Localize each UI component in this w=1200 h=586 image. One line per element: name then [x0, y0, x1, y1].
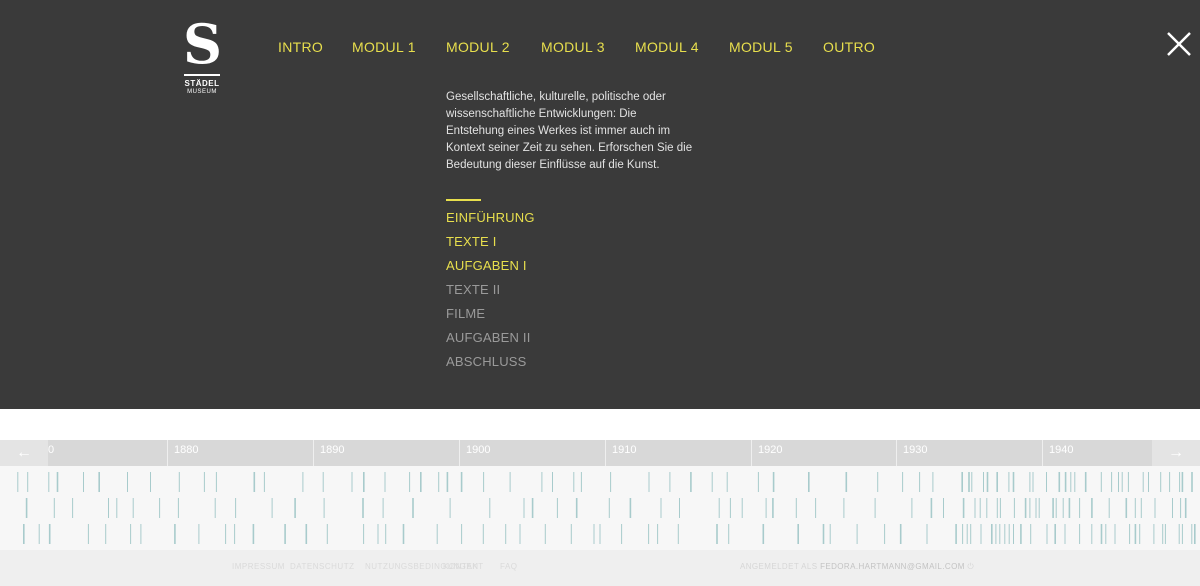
- decade-label[interactable]: 1940: [1042, 440, 1073, 466]
- description-line: Bedeutung dieser Einflüsse auf die Kunst…: [446, 159, 660, 171]
- nav-item-outro[interactable]: OUTRO: [823, 39, 875, 55]
- submenu-divider: [446, 199, 481, 201]
- page-background-band: [0, 409, 1200, 440]
- close-icon-graphic: [1167, 32, 1191, 56]
- submenu-item-filme[interactable]: FILME: [446, 304, 535, 328]
- decade-label[interactable]: 1900: [459, 440, 490, 466]
- timeline-next-arrow-icon[interactable]: →: [1152, 440, 1200, 466]
- login-email[interactable]: FEDORA.HARTMANN@GMAIL.COM: [820, 562, 965, 571]
- footer-link-impressum[interactable]: IMPRESSUM: [232, 562, 285, 571]
- submenu-item-einfuehrung[interactable]: EINFÜHRUNG: [446, 208, 535, 232]
- description-line: wissenschaftliche Entwicklungen: Die: [446, 108, 637, 120]
- submenu-item-aufgaben-2[interactable]: AUFGABEN II: [446, 328, 535, 352]
- decade-label[interactable]: 1890: [313, 440, 344, 466]
- decade-label[interactable]: 1910: [605, 440, 636, 466]
- module-submenu: EINFÜHRUNG TEXTE I AUFGABEN I TEXTE II F…: [446, 208, 535, 376]
- nav-item-modul-1[interactable]: MODUL 1: [352, 39, 416, 55]
- logout-icon[interactable]: ⏻: [967, 562, 974, 571]
- login-prefix: ANGEMELDET ALS: [740, 562, 818, 571]
- nav-item-modul-2[interactable]: MODUL 2: [446, 39, 510, 55]
- logo-text-museum: MUSEUM: [187, 89, 217, 95]
- decade-label[interactable]: 1920: [751, 440, 782, 466]
- footer-link-faq[interactable]: FAQ: [500, 562, 518, 571]
- page-footer: IMPRESSUM DATENSCHUTZ NUTZUNGSBEDINGUNGE…: [0, 550, 1200, 586]
- logo-letter: S: [183, 12, 222, 76]
- description-line: Entstehung eines Werkes ist immer auch i…: [446, 125, 671, 137]
- footer-link-kontakt[interactable]: KONTAKT: [443, 562, 484, 571]
- staedel-museum-logo[interactable]: S STÄDEL MUSEUM: [183, 12, 222, 100]
- nav-item-modul-3[interactable]: MODUL 3: [541, 39, 605, 55]
- timeline-decade-bar: 0 1880 1890 1900 1910 1920 1930 1940 ← →: [0, 440, 1200, 466]
- timeline-prev-arrow-icon[interactable]: ←: [0, 440, 48, 466]
- footer-link-datenschutz[interactable]: DATENSCHUTZ: [290, 562, 354, 571]
- submenu-item-aufgaben-1[interactable]: AUFGABEN I: [446, 256, 535, 280]
- submenu-item-texte-1[interactable]: TEXTE I: [446, 232, 535, 256]
- module-description: Gesellschaftliche, kulturelle, politisch…: [446, 89, 702, 174]
- timeline-lanes: [0, 466, 1200, 550]
- submenu-item-abschluss[interactable]: ABSCHLUSS: [446, 352, 535, 376]
- submenu-item-texte-2[interactable]: TEXTE II: [446, 280, 535, 304]
- login-status: ANGEMELDET ALS FEDORA.HARTMANN@GMAIL.COM…: [740, 562, 974, 572]
- description-line: Kontext seiner Zeit zu sehen. Erforschen…: [446, 142, 693, 154]
- decade-label[interactable]: 1930: [896, 440, 927, 466]
- nav-item-modul-4[interactable]: MODUL 4: [635, 39, 699, 55]
- nav-item-intro[interactable]: INTRO: [278, 39, 323, 55]
- module-menu-overlay: S STÄDEL MUSEUM INTRO MODUL 1 MODUL 2 MO…: [0, 0, 1200, 409]
- nav-item-modul-5[interactable]: MODUL 5: [729, 39, 793, 55]
- decade-label[interactable]: 0: [48, 440, 54, 466]
- timeline-lanes-graphic: [17, 472, 1196, 544]
- decade-label[interactable]: 1880: [167, 440, 198, 466]
- logo-text-staedel: STÄDEL: [184, 79, 220, 88]
- description-line: Gesellschaftliche, kulturelle, politisch…: [446, 91, 666, 103]
- close-icon[interactable]: [1164, 29, 1194, 59]
